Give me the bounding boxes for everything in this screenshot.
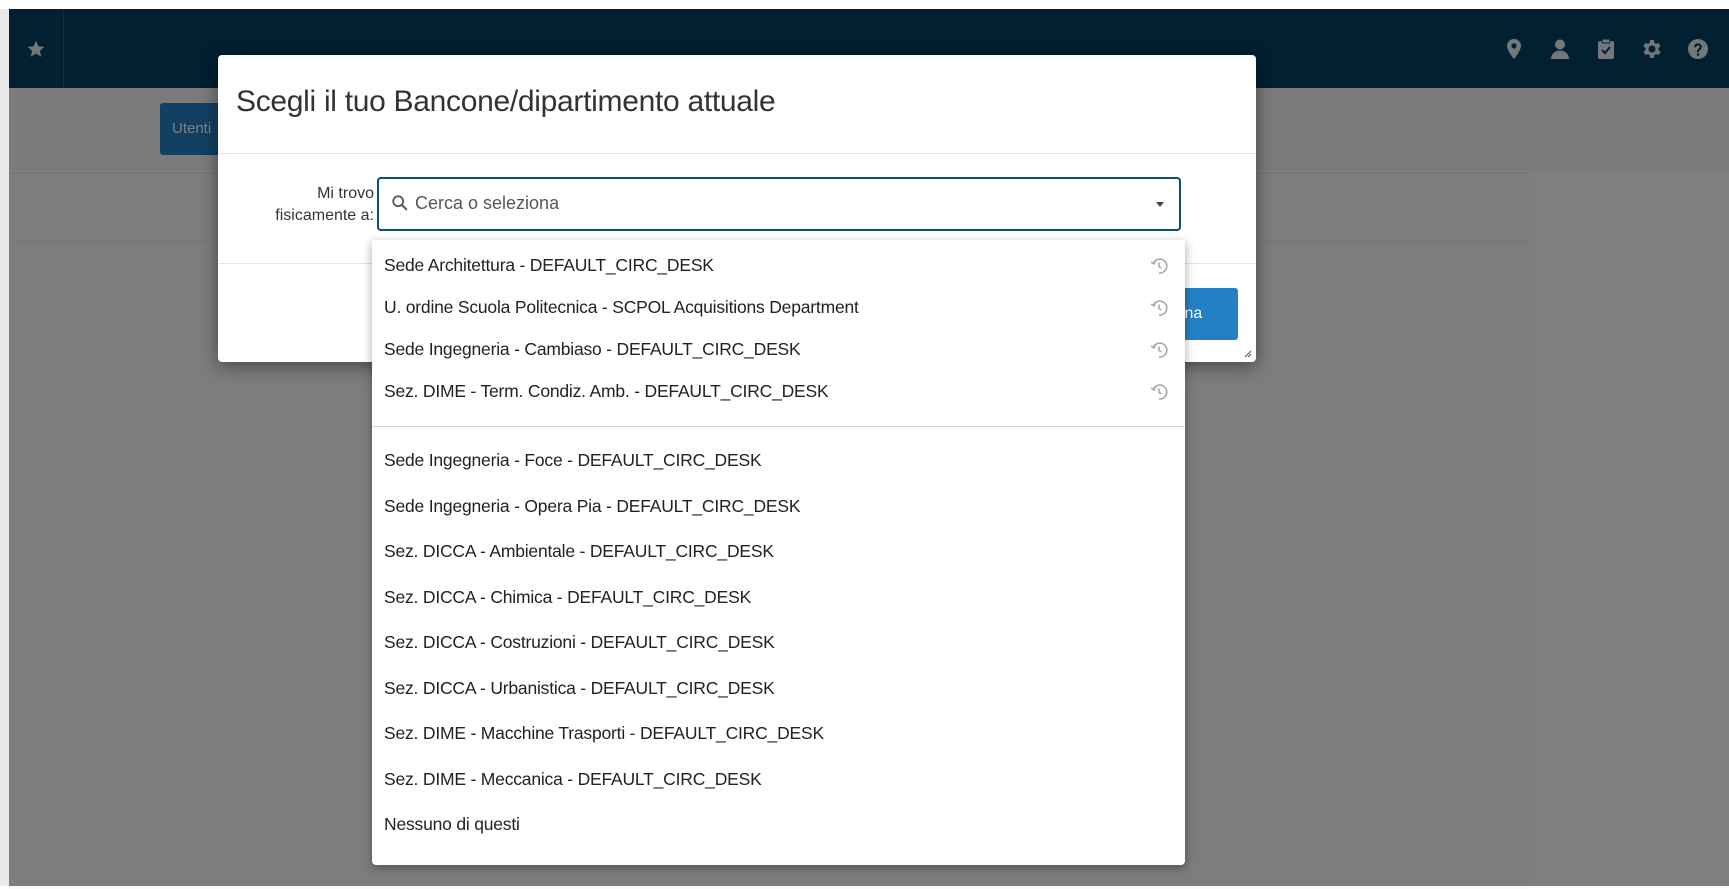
location-dropdown-list: Sede Architettura - DEFAULT_CIRC_DESK U.… bbox=[372, 240, 1185, 865]
chevron-down-icon[interactable] bbox=[1155, 200, 1165, 208]
dropdown-option[interactable]: Sez. DICCA - Urbanistica - DEFAULT_CIRC_… bbox=[384, 678, 775, 699]
dropdown-option[interactable]: Sede Ingegneria - Foce - DEFAULT_CIRC_DE… bbox=[384, 450, 762, 471]
history-icon bbox=[1150, 300, 1168, 316]
resize-grip-icon[interactable] bbox=[1242, 348, 1252, 358]
dropdown-option-recent[interactable]: Sez. DIME - Term. Condiz. Amb. - DEFAULT… bbox=[384, 381, 829, 402]
history-icon bbox=[1150, 384, 1168, 400]
location-field-label: Mi trovo fisicamente a: bbox=[238, 183, 374, 227]
location-search-select[interactable]: Cerca o seleziona bbox=[377, 177, 1181, 231]
field-label-line2: fisicamente a: bbox=[275, 207, 374, 224]
dropdown-option-recent[interactable]: Sede Architettura - DEFAULT_CIRC_DESK bbox=[384, 255, 714, 276]
history-icon bbox=[1150, 258, 1168, 274]
dropdown-option[interactable]: Sez. DIME - Macchine Trasporti - DEFAULT… bbox=[384, 723, 824, 744]
dropdown-option[interactable]: Sez. DICCA - Chimica - DEFAULT_CIRC_DESK bbox=[384, 587, 751, 608]
left-border bbox=[0, 9, 9, 886]
dropdown-option-recent[interactable]: U. ordine Scuola Politecnica - SCPOL Acq… bbox=[384, 297, 859, 318]
modal-title: Scegli il tuo Bancone/dipartimento attua… bbox=[236, 85, 776, 118]
dropdown-option-none[interactable]: Nessuno di questi bbox=[384, 814, 520, 835]
history-icon bbox=[1150, 342, 1168, 358]
dropdown-option[interactable]: Sez. DIME - Meccanica - DEFAULT_CIRC_DES… bbox=[384, 769, 762, 790]
search-placeholder[interactable]: Cerca o seleziona bbox=[415, 193, 559, 214]
search-icon bbox=[392, 195, 408, 211]
modal-header-divider bbox=[218, 153, 1256, 154]
field-label-line1: Mi trovo bbox=[317, 185, 374, 202]
dropdown-option[interactable]: Sez. DICCA - Costruzioni - DEFAULT_CIRC_… bbox=[384, 632, 775, 653]
dropdown-option[interactable]: Sede Ingegneria - Opera Pia - DEFAULT_CI… bbox=[384, 496, 801, 517]
dropdown-option-recent[interactable]: Sede Ingegneria - Cambiaso - DEFAULT_CIR… bbox=[384, 339, 801, 360]
top-white-strip bbox=[0, 0, 1729, 9]
dropdown-option[interactable]: Sez. DICCA - Ambientale - DEFAULT_CIRC_D… bbox=[384, 541, 774, 562]
dropdown-divider bbox=[372, 426, 1185, 427]
